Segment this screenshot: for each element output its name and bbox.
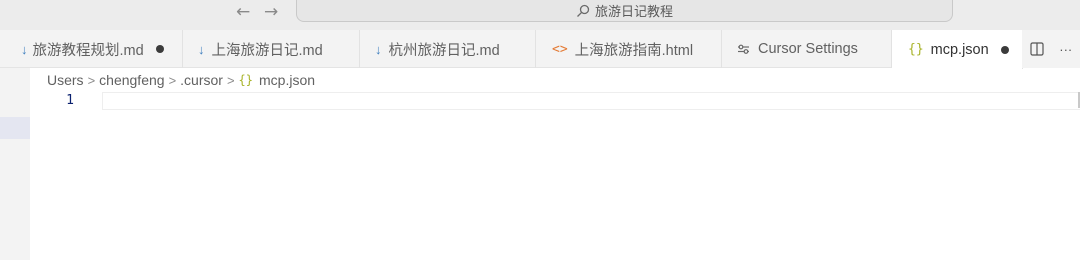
line-number: 1	[66, 93, 74, 108]
tab-label: 旅游教程规划.md	[32, 42, 144, 59]
markdown-icon: ↓	[198, 41, 205, 57]
more-actions-icon[interactable]: ···	[1059, 42, 1072, 57]
breadcrumb: Users > chengfeng > .cursor > {} mcp.jso…	[47, 70, 315, 90]
json-icon: {}	[908, 42, 924, 57]
tab-label: mcp.json	[930, 41, 989, 58]
code-editor[interactable]: 1	[30, 90, 1080, 260]
tab-cursor-settings[interactable]: Cursor Settings	[722, 30, 892, 68]
search-text: 旅游日记教程	[594, 4, 673, 19]
tab-label: Cursor Settings	[758, 41, 858, 57]
tab-actions: ···	[1022, 30, 1080, 68]
tab-hangzhou-diary[interactable]: ↓ 杭州旅游日记.md	[360, 30, 536, 68]
search-icon	[577, 4, 590, 17]
tab-shanghai-diary[interactable]: ↓ 上海旅游日记.md	[183, 30, 360, 68]
tab-label: 上海旅游指南.html	[574, 42, 694, 59]
chevron-right-icon: >	[226, 72, 235, 88]
split-editor-icon[interactable]	[1030, 42, 1044, 56]
command-search-box[interactable]: 旅游日记教程	[296, 0, 953, 22]
back-arrow-icon[interactable]: ←	[236, 3, 250, 21]
chevron-right-icon: >	[168, 72, 177, 88]
json-icon: {}	[238, 73, 253, 87]
breadcrumb-mcp-json[interactable]: mcp.json	[259, 72, 315, 88]
markdown-icon: ↓	[21, 41, 28, 57]
tab-mcp-json[interactable]: {} mcp.json	[892, 30, 1023, 69]
html-icon: <>	[552, 41, 568, 57]
forward-arrow-icon[interactable]: →	[264, 3, 278, 21]
settings-icon	[738, 44, 749, 54]
editor-tab-bar: ↓ 旅游教程规划.md ↓ 上海旅游日记.md ↓ 杭州旅游日记.md <> 上…	[0, 30, 1080, 69]
tab-label: 上海旅游日记.md	[211, 42, 323, 59]
markdown-icon: ↓	[375, 41, 382, 57]
tab-shanghai-guide[interactable]: <> 上海旅游指南.html	[536, 30, 722, 68]
tab-travel-plan[interactable]: ↓ 旅游教程规划.md	[0, 30, 183, 68]
breadcrumb-users[interactable]: Users	[47, 72, 84, 88]
selected-item-highlight	[0, 117, 30, 139]
title-bar: ← → 旅游日记教程	[0, 0, 1080, 30]
breadcrumb-cursor[interactable]: .cursor	[180, 72, 223, 88]
current-line-highlight[interactable]	[102, 92, 1080, 110]
breadcrumb-chengfeng[interactable]: chengfeng	[99, 72, 164, 88]
side-panel-edge	[0, 68, 30, 260]
unsaved-dot-icon[interactable]	[1000, 45, 1009, 54]
tab-label: 杭州旅游日记.md	[388, 42, 500, 59]
chevron-right-icon: >	[87, 72, 96, 88]
unsaved-dot-icon[interactable]	[155, 45, 164, 53]
